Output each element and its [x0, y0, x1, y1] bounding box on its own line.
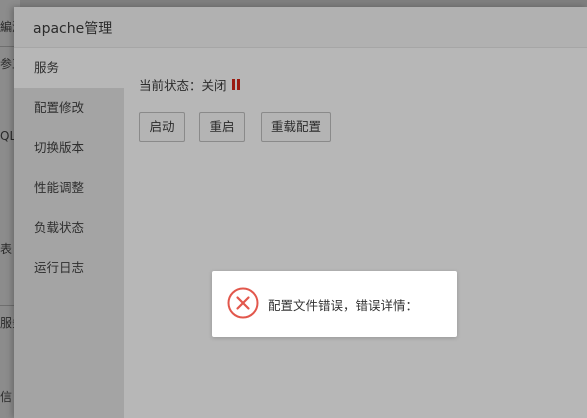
pause-icon [231, 79, 240, 90]
error-dialog: 配置文件错误，错误详情： [212, 271, 457, 337]
sidebar-item-run-log[interactable]: 运行日志 [14, 248, 124, 288]
sidebar-item-config-edit[interactable]: 配置修改 [14, 88, 124, 128]
sidebar-item-service[interactable]: 服务 [14, 48, 124, 88]
error-circle-icon [227, 287, 259, 319]
service-status: 当前状态：关闭 [139, 75, 240, 94]
reload-config-button[interactable]: 重载配置 [261, 112, 331, 142]
service-panel: 当前状态：关闭 启动 重启 重载配置 [124, 48, 587, 418]
error-message: 配置文件错误，错误详情： [268, 298, 419, 313]
restart-button[interactable]: 重启 [199, 112, 245, 142]
sidebar-item-switch-version[interactable]: 切换版本 [14, 128, 124, 168]
sidebar-item-load-status[interactable]: 负载状态 [14, 208, 124, 248]
start-button[interactable]: 启动 [139, 112, 185, 142]
sidebar-item-performance[interactable]: 性能调整 [14, 168, 124, 208]
apache-manager-window: apache管理 服务 配置修改 切换版本 性能调整 负载状态 运行日志 当前状… [14, 7, 587, 418]
window-title: apache管理 [33, 21, 113, 37]
status-label: 当前状态：关闭 [139, 78, 227, 93]
window-header: apache管理 [14, 7, 587, 48]
sidebar: 服务 配置修改 切换版本 性能调整 负载状态 运行日志 [14, 48, 124, 418]
